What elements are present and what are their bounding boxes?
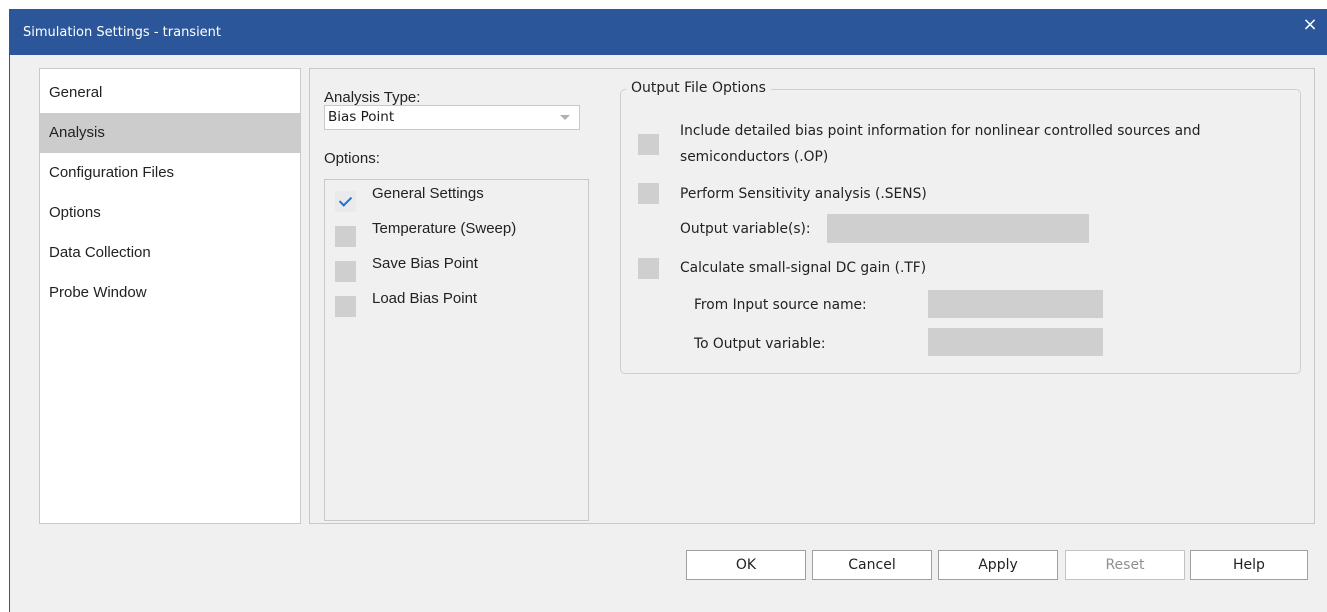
ok-button[interactable]: OK xyxy=(686,550,806,580)
checkbox-general-settings[interactable] xyxy=(335,191,356,212)
analysis-type-select[interactable]: Bias Point xyxy=(324,105,580,130)
output-file-options-group: Output File Options Include detailed bia… xyxy=(620,80,1301,374)
nav-item-analysis[interactable]: Analysis xyxy=(40,113,300,153)
simulation-settings-dialog: Simulation Settings - transient × Genera… xyxy=(9,9,1327,612)
checkbox-op[interactable] xyxy=(638,134,659,155)
from-input-source-label: From Input source name: xyxy=(694,297,867,313)
tf-label: Calculate small-signal DC gain (.TF) xyxy=(680,260,927,276)
option-label: Temperature (Sweep) xyxy=(372,220,517,237)
checkbox-save-bias-point[interactable] xyxy=(335,261,356,282)
to-output-variable-label: To Output variable: xyxy=(694,336,826,352)
window-title: Simulation Settings - transient xyxy=(23,25,222,40)
analysis-type-value: Bias Point xyxy=(328,109,395,125)
op-label-line2: semiconductors (.OP) xyxy=(680,149,829,165)
output-file-options-title: Output File Options xyxy=(626,80,771,96)
op-label-line1: Include detailed bias point information … xyxy=(680,123,1201,139)
title-bar: Simulation Settings - transient × xyxy=(10,9,1327,55)
analysis-panel: Analysis Type: Bias Point Options: Gener… xyxy=(309,68,1315,524)
option-label: General Settings xyxy=(372,185,484,202)
output-variables-input[interactable] xyxy=(827,214,1089,243)
nav-item-configuration-files[interactable]: Configuration Files xyxy=(40,153,300,193)
nav-item-probe-window[interactable]: Probe Window xyxy=(40,273,300,313)
analysis-type-label: Analysis Type: xyxy=(324,89,421,106)
option-label: Load Bias Point xyxy=(372,290,478,307)
sens-label: Perform Sensitivity analysis (.SENS) xyxy=(680,186,927,202)
nav-item-options[interactable]: Options xyxy=(40,193,300,233)
options-list: General Settings Temperature (Sweep) Sav… xyxy=(324,179,589,521)
checkbox-sens[interactable] xyxy=(638,183,659,204)
checkbox-tf[interactable] xyxy=(638,258,659,279)
nav-item-general[interactable]: General xyxy=(40,73,300,113)
chevron-down-icon xyxy=(560,115,570,120)
checkbox-temperature-sweep[interactable] xyxy=(335,226,356,247)
apply-button[interactable]: Apply xyxy=(938,550,1058,580)
to-output-variable-input[interactable] xyxy=(928,328,1103,356)
option-label: Save Bias Point xyxy=(372,255,478,272)
reset-button[interactable]: Reset xyxy=(1065,550,1185,580)
settings-nav: General Analysis Configuration Files Opt… xyxy=(39,68,301,524)
options-label: Options: xyxy=(324,150,380,167)
cancel-button[interactable]: Cancel xyxy=(812,550,932,580)
nav-item-data-collection[interactable]: Data Collection xyxy=(40,233,300,273)
help-button[interactable]: Help xyxy=(1190,550,1308,580)
checkbox-load-bias-point[interactable] xyxy=(335,296,356,317)
close-icon[interactable]: × xyxy=(1300,15,1320,35)
from-input-source-input[interactable] xyxy=(928,290,1103,318)
output-variables-label: Output variable(s): xyxy=(680,221,811,237)
